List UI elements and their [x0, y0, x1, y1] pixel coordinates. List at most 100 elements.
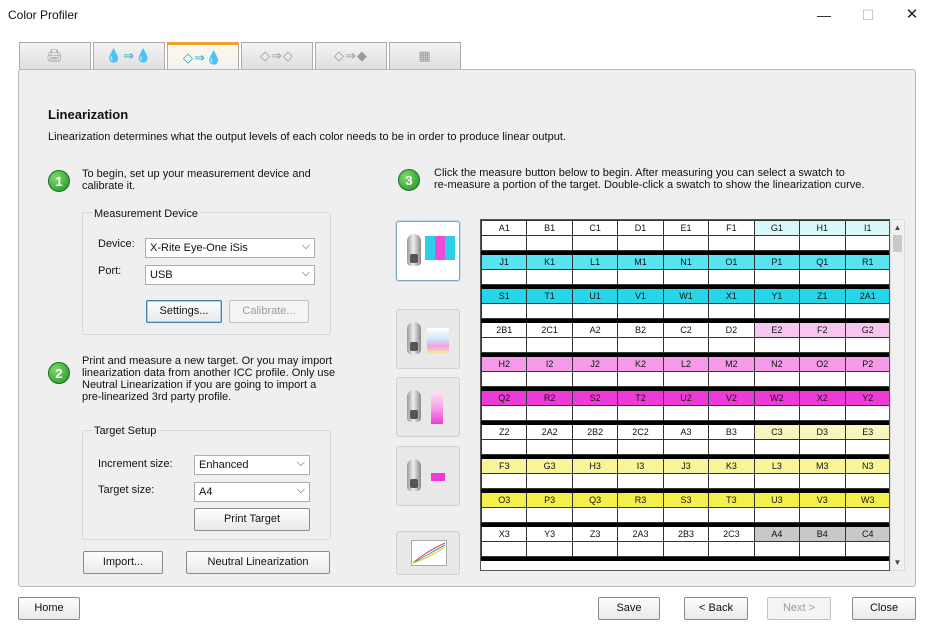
swatch-value-cell[interactable] — [844, 371, 889, 387]
swatch-value-cell[interactable] — [799, 235, 846, 251]
device-select[interactable]: X-Rite Eye-One iSis ⌵ — [145, 238, 315, 258]
swatch-value-cell[interactable] — [617, 439, 664, 455]
swatch-value-cell[interactable] — [662, 269, 710, 285]
swatch-value-cell[interactable] — [481, 439, 528, 455]
measure-page-button[interactable] — [396, 309, 460, 369]
measure-target-button[interactable] — [396, 221, 460, 281]
swatch-value-cell[interactable] — [708, 405, 755, 421]
swatch-cell[interactable]: U1 — [571, 288, 619, 304]
swatch-value-cell[interactable] — [617, 337, 664, 353]
swatch-cell[interactable]: F2 — [799, 322, 846, 338]
swatch-value-cell[interactable] — [571, 473, 619, 489]
swatch-cell[interactable]: F3 — [481, 458, 528, 474]
swatch-value-cell[interactable] — [481, 473, 528, 489]
swatch-value-cell[interactable] — [844, 473, 889, 489]
swatch-scrollbar[interactable]: ▲ ▼ — [890, 219, 905, 571]
swatch-value-cell[interactable] — [662, 541, 710, 557]
swatch-cell[interactable]: I2 — [526, 356, 573, 372]
swatch-value-cell[interactable] — [617, 371, 664, 387]
swatch-cell[interactable]: 2A2 — [526, 424, 573, 440]
swatch-cell[interactable]: L1 — [571, 254, 619, 270]
swatch-value-cell[interactable] — [526, 541, 573, 557]
swatch-value-cell[interactable] — [526, 269, 573, 285]
swatch-cell[interactable]: S3 — [662, 492, 710, 508]
swatch-value-cell[interactable] — [708, 337, 755, 353]
swatch-cell[interactable]: J2 — [571, 356, 619, 372]
swatch-cell[interactable]: M3 — [799, 458, 846, 474]
measure-strip-button[interactable] — [396, 377, 460, 437]
swatch-value-cell[interactable] — [799, 507, 846, 523]
swatch-cell[interactable]: E1 — [662, 220, 710, 236]
swatch-cell[interactable]: J1 — [481, 254, 528, 270]
swatch-value-cell[interactable] — [753, 235, 801, 251]
scroll-up-icon[interactable]: ▲ — [891, 220, 904, 235]
print-target-button[interactable]: Print Target — [194, 508, 310, 531]
swatch-cell[interactable]: N3 — [844, 458, 889, 474]
swatch-cell[interactable]: R3 — [617, 492, 664, 508]
swatch-cell[interactable]: B3 — [708, 424, 755, 440]
swatch-cell[interactable]: A3 — [662, 424, 710, 440]
swatch-cell[interactable]: V2 — [708, 390, 755, 406]
swatch-value-cell[interactable] — [844, 405, 889, 421]
swatch-cell[interactable]: F1 — [708, 220, 755, 236]
swatch-cell[interactable]: D1 — [617, 220, 664, 236]
swatch-cell[interactable]: Z2 — [481, 424, 528, 440]
swatch-value-cell[interactable] — [571, 269, 619, 285]
swatch-value-cell[interactable] — [844, 507, 889, 523]
swatch-value-cell[interactable] — [481, 541, 528, 557]
swatch-value-cell[interactable] — [662, 371, 710, 387]
swatch-cell[interactable]: W1 — [662, 288, 710, 304]
swatch-cell[interactable]: H3 — [571, 458, 619, 474]
swatch-value-cell[interactable] — [481, 303, 528, 319]
swatch-cell[interactable]: D2 — [708, 322, 755, 338]
tab-grid[interactable]: ▦ — [389, 42, 461, 70]
swatch-cell[interactable]: P3 — [526, 492, 573, 508]
swatch-value-cell[interactable] — [708, 269, 755, 285]
swatch-value-cell[interactable] — [526, 405, 573, 421]
swatch-value-cell[interactable] — [571, 541, 619, 557]
swatch-cell[interactable]: X1 — [708, 288, 755, 304]
swatch-cell[interactable]: C4 — [844, 526, 889, 542]
scroll-down-icon[interactable]: ▼ — [891, 555, 904, 570]
swatch-cell[interactable]: T3 — [708, 492, 755, 508]
swatch-cell[interactable]: Q2 — [481, 390, 528, 406]
swatch-cell[interactable]: 2B2 — [571, 424, 619, 440]
swatch-cell[interactable]: B2 — [617, 322, 664, 338]
swatch-value-cell[interactable] — [708, 303, 755, 319]
swatch-value-cell[interactable] — [708, 473, 755, 489]
swatch-value-cell[interactable] — [481, 269, 528, 285]
swatch-cell[interactable]: P2 — [844, 356, 889, 372]
swatch-cell[interactable]: L3 — [753, 458, 801, 474]
swatch-value-cell[interactable] — [753, 371, 801, 387]
calibrate-button[interactable]: Calibrate... — [229, 300, 309, 323]
minimize-button[interactable]: — — [808, 4, 840, 26]
swatch-cell[interactable]: T2 — [617, 390, 664, 406]
swatch-value-cell[interactable] — [753, 269, 801, 285]
swatch-cell[interactable]: L2 — [662, 356, 710, 372]
swatch-cell[interactable]: G1 — [753, 220, 801, 236]
swatch-cell[interactable]: W3 — [844, 492, 889, 508]
swatch-value-cell[interactable] — [481, 405, 528, 421]
swatch-cell[interactable]: A4 — [753, 526, 801, 542]
maximize-button[interactable]: ☐ — [852, 4, 884, 26]
swatch-cell[interactable]: U2 — [662, 390, 710, 406]
swatch-value-cell[interactable] — [662, 337, 710, 353]
swatch-value-cell[interactable] — [526, 507, 573, 523]
swatch-cell[interactable]: N2 — [753, 356, 801, 372]
swatch-value-cell[interactable] — [526, 439, 573, 455]
save-button[interactable]: Save — [598, 597, 660, 620]
swatch-cell[interactable]: N1 — [662, 254, 710, 270]
swatch-value-cell[interactable] — [799, 439, 846, 455]
swatch-value-cell[interactable] — [617, 507, 664, 523]
swatch-value-cell[interactable] — [753, 541, 801, 557]
swatch-cell[interactable]: Q1 — [799, 254, 846, 270]
swatch-cell[interactable]: J3 — [662, 458, 710, 474]
close-button[interactable]: Close — [852, 597, 916, 620]
increment-size-select[interactable]: Enhanced ⌵ — [194, 455, 310, 475]
swatch-cell[interactable]: R2 — [526, 390, 573, 406]
tab-ink-limits[interactable]: ◇⇒◇ — [241, 42, 313, 70]
swatch-value-cell[interactable] — [571, 235, 619, 251]
measure-patch-button[interactable] — [396, 446, 460, 506]
swatch-value-cell[interactable] — [571, 371, 619, 387]
swatch-cell[interactable]: H2 — [481, 356, 528, 372]
